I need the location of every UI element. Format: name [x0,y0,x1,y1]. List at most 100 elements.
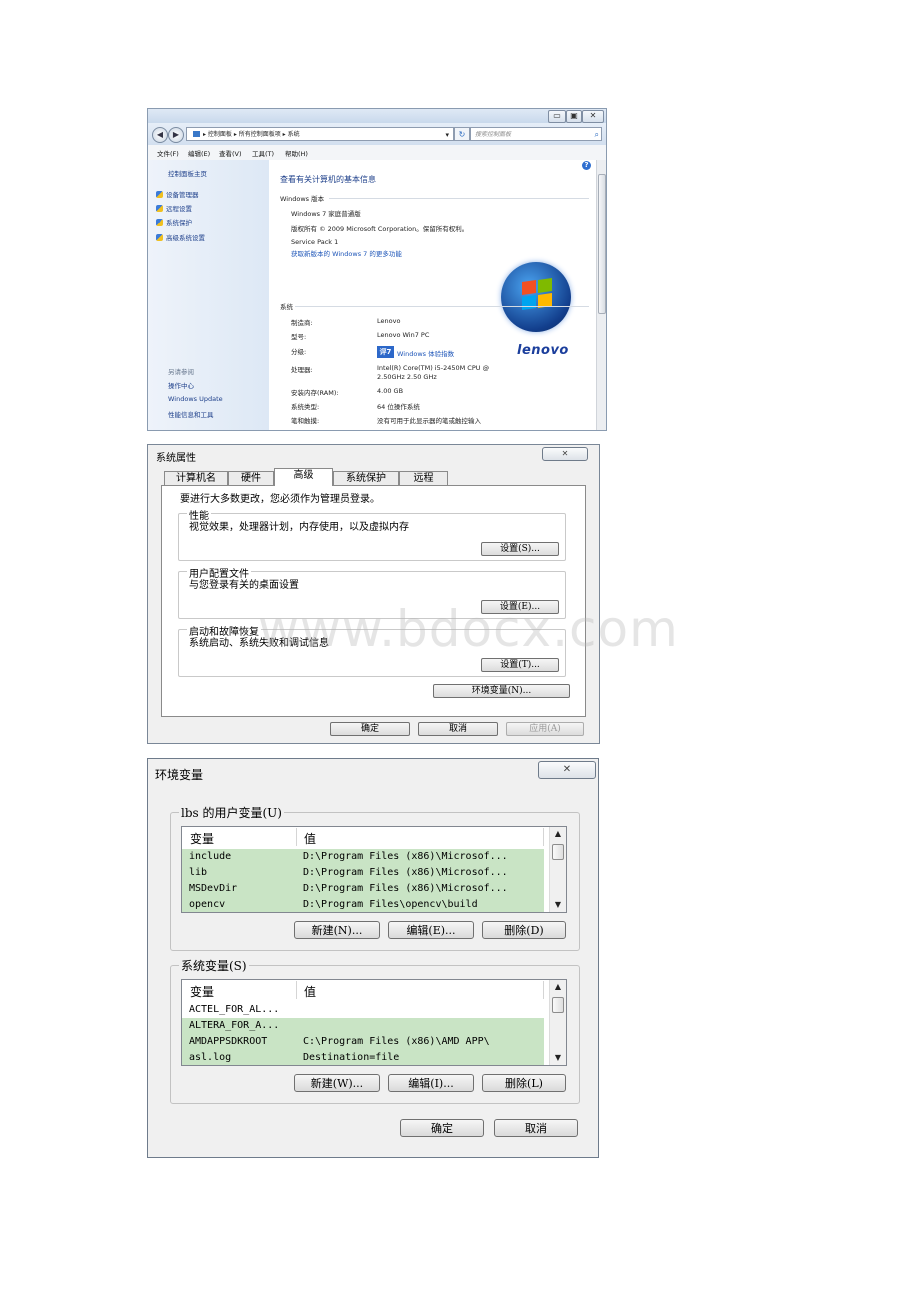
refresh-button[interactable]: ↻ [454,127,470,141]
experience-index-link[interactable]: Windows 体验指数 [397,348,454,358]
vertical-scrollbar[interactable] [596,160,606,430]
performance-tools-link[interactable]: 性能信息和工具 [168,409,214,419]
scrollbar-thumb[interactable] [552,997,564,1013]
lenovo-logo: lenovo [517,343,569,358]
list-item[interactable]: MSDevDir D:\Program Files (x86)\Microsof… [182,881,544,897]
list-item[interactable]: opencv D:\Program Files\opencv\build [182,897,544,912]
column-separator [296,981,297,999]
ok-button[interactable]: 确定 [330,722,410,736]
scroll-up-icon[interactable]: ▲ [550,980,566,994]
control-panel-home-link[interactable]: 控制面板主页 [168,168,207,178]
vertical-scrollbar[interactable]: ▲ ▼ [549,827,566,912]
search-input[interactable]: 搜索控制面板 ⌕ [470,127,602,141]
column-separator [543,981,544,999]
list-item[interactable]: ALTERA_FOR_A... [182,1018,544,1034]
action-center-link[interactable]: 操作中心 [168,380,194,390]
column-header-value[interactable]: 值 [304,830,316,847]
close-button[interactable]: ✕ [582,110,604,123]
minimize-button[interactable]: ▭ [548,110,566,123]
vertical-scrollbar[interactable]: ▲ ▼ [549,980,566,1065]
sidebar-item-advanced-settings[interactable]: 高级系统设置 [156,232,205,242]
user-variables-list[interactable]: 变量 值 include D:\Program Files (x86)\Micr… [181,826,567,913]
system-variables-list[interactable]: 变量 值 ACTEL_FOR_AL... ALTERA_FOR_A... AMD… [181,979,567,1066]
menu-view[interactable]: 查看(V) [219,148,242,158]
list-item[interactable]: AMDAPPSDKROOT C:\Program Files (x86)\AMD… [182,1034,544,1050]
upgrade-link[interactable]: 获取新版本的 Windows 7 的更多功能 [291,248,402,258]
variable-value: D:\Program Files\opencv\build [303,899,478,910]
tab-computer-name[interactable]: 计算机名 [164,471,228,485]
maximize-button[interactable]: ▣ [566,110,582,123]
help-icon[interactable]: ? [582,161,591,170]
user-delete-button[interactable]: 删除(D) [482,921,566,939]
processor-value-line1: Intel(R) Core(TM) i5-2450M CPU @ [377,364,490,372]
menu-help[interactable]: 帮助(H) [285,148,308,158]
windows-update-link[interactable]: Windows Update [168,395,223,403]
folder-icon [193,131,200,137]
scroll-down-icon[interactable]: ▼ [550,898,566,912]
ram-value: 4.00 GB [377,387,404,395]
apply-button[interactable]: 应用(A) [506,722,584,736]
group-label: lbs 的用户变量(U) [179,804,284,821]
see-also-heading: 另请参阅 [168,368,194,376]
copyright-text: 版权所有 © 2009 Microsoft Corporation。保留所有权利… [291,225,469,233]
scroll-down-icon[interactable]: ▼ [550,1051,566,1065]
forward-button[interactable]: ▶ [168,127,184,143]
scrollbar-thumb[interactable] [552,844,564,860]
environment-variables-dialog: 环境变量 ✕ lbs 的用户变量(U) 变量 值 include D:\Prog… [147,758,599,1158]
column-header-value[interactable]: 值 [304,983,316,1000]
ram-label: 安装内存(RAM): [291,389,339,397]
cancel-button[interactable]: 取消 [418,722,498,736]
cancel-button[interactable]: 取消 [494,1119,578,1137]
performance-settings-button[interactable]: 设置(S)... [481,542,559,556]
manufacturer-label: 制造商: [291,319,313,327]
wei-badge: 评7 [377,346,394,358]
page-title: 查看有关计算机的基本信息 [280,175,376,184]
search-icon: ⌕ [594,130,599,139]
tab-system-protection[interactable]: 系统保护 [333,471,399,485]
service-pack: Service Pack 1 [291,238,339,246]
user-variables-group: lbs 的用户变量(U) 变量 值 include D:\Program Fil… [170,804,580,951]
system-new-button[interactable]: 新建(W)... [294,1074,380,1092]
sidebar-item-device-manager[interactable]: 设备管理器 [156,189,199,199]
tab-remote[interactable]: 远程 [399,471,448,485]
shield-icon [156,191,163,198]
pen-touch-label: 笔和触摸: [291,417,320,425]
system-header: 系统 [280,303,293,311]
list-header: 变量 值 [182,980,566,1000]
list-item[interactable]: include D:\Program Files (x86)\Microsof.… [182,849,544,865]
system-type-label: 系统类型: [291,403,320,411]
list-item[interactable]: asl.log Destination=file [182,1050,544,1065]
system-delete-button[interactable]: 删除(L) [482,1074,566,1092]
ok-button[interactable]: 确定 [400,1119,484,1137]
menu-file[interactable]: 文件(F) [157,148,179,158]
address-bar[interactable]: ▸ 控制面板 ▸ 所有控制面板项 ▸ 系统 ▾ [186,127,454,141]
search-placeholder: 搜索控制面板 [475,131,512,138]
column-header-variable[interactable]: 变量 [190,830,214,847]
recent-pages-dropdown-icon[interactable]: ▾ [445,128,449,142]
dialog-title: 环境变量 [155,768,204,782]
back-button[interactable]: ◀ [152,127,168,143]
user-new-button[interactable]: 新建(N)... [294,921,380,939]
user-edit-button[interactable]: 编辑(E)... [388,921,474,939]
sidebar-item-remote-settings[interactable]: 远程设置 [156,203,192,213]
navigation-bar: ◀ ▶ ▸ 控制面板 ▸ 所有控制面板项 ▸ 系统 ▾ ↻ 搜索控制面板 ⌕ [148,123,606,145]
menu-tools[interactable]: 工具(T) [252,148,274,158]
menu-edit[interactable]: 编辑(E) [188,148,210,158]
system-type-value: 64 位操作系统 [377,403,420,411]
processor-value-line2: 2.50GHz 2.50 GHz [377,373,437,381]
scrollbar-thumb[interactable] [598,174,606,314]
startup-settings-button[interactable]: 设置(T)... [481,658,559,672]
list-item[interactable]: lib D:\Program Files (x86)\Microsof... [182,865,544,881]
close-button[interactable]: ✕ [538,761,596,779]
system-edit-button[interactable]: 编辑(I)... [388,1074,474,1092]
tab-hardware[interactable]: 硬件 [228,471,274,485]
scroll-up-icon[interactable]: ▲ [550,827,566,841]
control-panel-system-window: ▭ ▣ ✕ ◀ ▶ ▸ 控制面板 ▸ 所有控制面板项 ▸ 系统 ▾ ↻ 搜索控制… [147,108,607,431]
list-item[interactable]: ACTEL_FOR_AL... [182,1002,544,1018]
tab-advanced[interactable]: 高级 [274,468,333,486]
sidebar-item-system-protection[interactable]: 系统保护 [156,217,192,227]
variable-value: D:\Program Files (x86)\Microsof... [303,867,508,878]
close-button[interactable]: ✕ [542,447,588,461]
column-header-variable[interactable]: 变量 [190,983,214,1000]
environment-variables-button[interactable]: 环境变量(N)... [433,684,570,698]
